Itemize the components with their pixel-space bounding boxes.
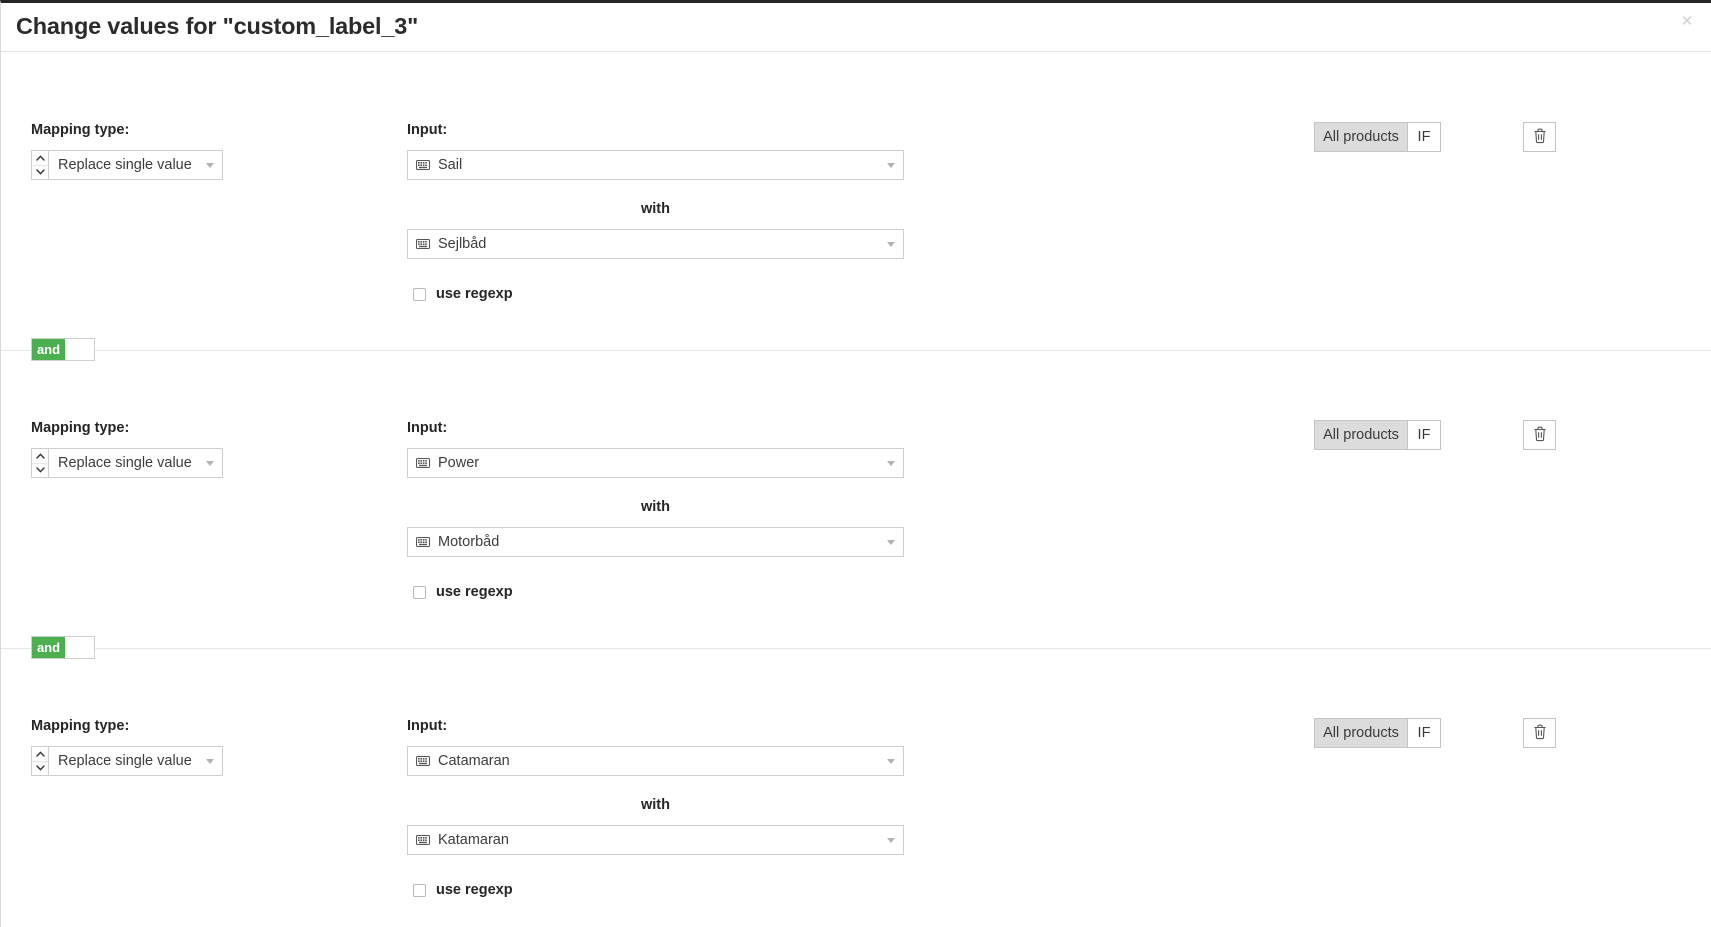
input-value-select[interactable]: Catamaran bbox=[407, 746, 904, 776]
with-label: with bbox=[641, 201, 670, 217]
replacement-value-select[interactable]: Motorbåd bbox=[407, 527, 904, 557]
use-regexp-row: use regexp bbox=[407, 882, 904, 898]
delete-rule-button[interactable] bbox=[1523, 122, 1556, 152]
chevron-down-icon bbox=[206, 759, 214, 764]
mapping-type-select[interactable]: Replace single value bbox=[48, 746, 223, 776]
input-value-text: Sail bbox=[438, 157, 463, 173]
mapping-rule-row: Mapping type: Replace single value Input… bbox=[1, 52, 1711, 350]
scope-toggle-group: All products IF bbox=[1314, 718, 1441, 748]
mapping-type-control: Replace single value bbox=[31, 448, 223, 478]
chevron-down-icon bbox=[887, 838, 895, 843]
mapping-type-value: Replace single value bbox=[58, 753, 192, 769]
mapping-type-control: Replace single value bbox=[31, 746, 223, 776]
replacement-value-select[interactable]: Katamaran bbox=[407, 825, 904, 855]
change-values-dialog: Change values for "custom_label_3" × Map… bbox=[0, 0, 1711, 927]
value-group: Input: Power with Motorbåd use regexp bbox=[407, 420, 904, 600]
keyboard-icon bbox=[416, 537, 430, 547]
operator-or-button[interactable] bbox=[65, 339, 94, 360]
scope-all-products-button[interactable]: All products bbox=[1315, 123, 1407, 151]
scope-if-button[interactable]: IF bbox=[1407, 123, 1440, 151]
delete-rule-button[interactable] bbox=[1523, 420, 1556, 450]
value-group: Input: Sail with Sejlbåd use regexp bbox=[407, 122, 904, 302]
use-regexp-row: use regexp bbox=[407, 286, 904, 302]
chevron-down-icon[interactable] bbox=[32, 463, 48, 477]
trash-icon bbox=[1533, 128, 1547, 147]
scope-all-products-button[interactable]: All products bbox=[1315, 421, 1407, 449]
scope-toggle-group: All products IF bbox=[1314, 122, 1441, 152]
operator-toggle: and bbox=[31, 338, 95, 361]
trash-icon bbox=[1533, 724, 1547, 743]
mapping-type-value: Replace single value bbox=[58, 455, 192, 471]
dialog-header: Change values for "custom_label_3" × bbox=[1, 3, 1711, 52]
input-value-text: Power bbox=[438, 455, 480, 471]
delete-rule-button[interactable] bbox=[1523, 718, 1556, 748]
scope-all-products-button[interactable]: All products bbox=[1315, 719, 1407, 747]
mapping-type-label: Mapping type: bbox=[31, 122, 130, 138]
chevron-down-icon bbox=[887, 540, 895, 545]
with-label: with bbox=[641, 499, 670, 515]
mapping-type-stepper bbox=[31, 150, 48, 180]
close-icon[interactable]: × bbox=[1675, 10, 1699, 34]
replacement-value-text: Sejlbåd bbox=[438, 236, 487, 252]
keyboard-icon bbox=[416, 239, 430, 249]
mapping-type-label: Mapping type: bbox=[31, 718, 130, 734]
mapping-type-control: Replace single value bbox=[31, 150, 223, 180]
chevron-up-icon[interactable] bbox=[32, 747, 48, 762]
chevron-down-icon bbox=[887, 759, 895, 764]
use-regexp-label[interactable]: use regexp bbox=[436, 584, 513, 600]
value-group: Input: Catamaran with Katamaran use rege… bbox=[407, 718, 904, 898]
chevron-down-icon bbox=[887, 242, 895, 247]
mapping-type-label: Mapping type: bbox=[31, 420, 130, 436]
use-regexp-checkbox[interactable] bbox=[413, 883, 426, 897]
mapping-type-stepper bbox=[31, 746, 48, 776]
keyboard-icon bbox=[416, 835, 430, 845]
mapping-type-group: Mapping type: Replace single value bbox=[31, 718, 361, 776]
chevron-up-icon[interactable] bbox=[32, 449, 48, 464]
input-value-select[interactable]: Sail bbox=[407, 150, 904, 180]
replacement-value-text: Katamaran bbox=[438, 832, 509, 848]
chevron-down-icon[interactable] bbox=[32, 761, 48, 775]
keyboard-icon bbox=[416, 458, 430, 468]
scope-if-button[interactable]: IF bbox=[1407, 719, 1440, 747]
chevron-down-icon[interactable] bbox=[32, 165, 48, 179]
mapping-rule-row: Mapping type: Replace single value Input… bbox=[1, 350, 1711, 648]
mapping-type-stepper bbox=[31, 448, 48, 478]
chevron-down-icon bbox=[206, 163, 214, 168]
dialog-body: Mapping type: Replace single value Input… bbox=[1, 52, 1711, 927]
page-title: Change values for "custom_label_3" bbox=[16, 13, 419, 39]
input-label: Input: bbox=[407, 420, 448, 436]
scope-toggle-group: All products IF bbox=[1314, 420, 1441, 450]
chevron-down-icon bbox=[206, 461, 214, 466]
operator-or-button[interactable] bbox=[65, 637, 94, 658]
chevron-up-icon[interactable] bbox=[32, 151, 48, 166]
use-regexp-checkbox[interactable] bbox=[413, 585, 426, 599]
mapping-type-value: Replace single value bbox=[58, 157, 192, 173]
mapping-type-group: Mapping type: Replace single value bbox=[31, 122, 361, 180]
trash-icon bbox=[1533, 426, 1547, 445]
mapping-type-select[interactable]: Replace single value bbox=[48, 448, 223, 478]
mapping-type-group: Mapping type: Replace single value bbox=[31, 420, 361, 478]
replacement-value-text: Motorbåd bbox=[438, 534, 500, 550]
operator-and-button[interactable]: and bbox=[32, 339, 65, 360]
input-value-text: Catamaran bbox=[438, 753, 510, 769]
chevron-down-icon bbox=[887, 461, 895, 466]
input-label: Input: bbox=[407, 718, 448, 734]
use-regexp-row: use regexp bbox=[407, 584, 904, 600]
with-label: with bbox=[641, 797, 670, 813]
operator-and-button[interactable]: and bbox=[32, 637, 65, 658]
chevron-down-icon bbox=[887, 163, 895, 168]
scope-if-button[interactable]: IF bbox=[1407, 421, 1440, 449]
input-label: Input: bbox=[407, 122, 448, 138]
use-regexp-checkbox[interactable] bbox=[413, 287, 426, 301]
keyboard-icon bbox=[416, 160, 430, 170]
input-value-select[interactable]: Power bbox=[407, 448, 904, 478]
use-regexp-label[interactable]: use regexp bbox=[436, 882, 513, 898]
replacement-value-select[interactable]: Sejlbåd bbox=[407, 229, 904, 259]
operator-toggle: and bbox=[31, 636, 95, 659]
mapping-rule-row: Mapping type: Replace single value Input… bbox=[1, 648, 1711, 927]
use-regexp-label[interactable]: use regexp bbox=[436, 286, 513, 302]
keyboard-icon bbox=[416, 756, 430, 766]
mapping-type-select[interactable]: Replace single value bbox=[48, 150, 223, 180]
